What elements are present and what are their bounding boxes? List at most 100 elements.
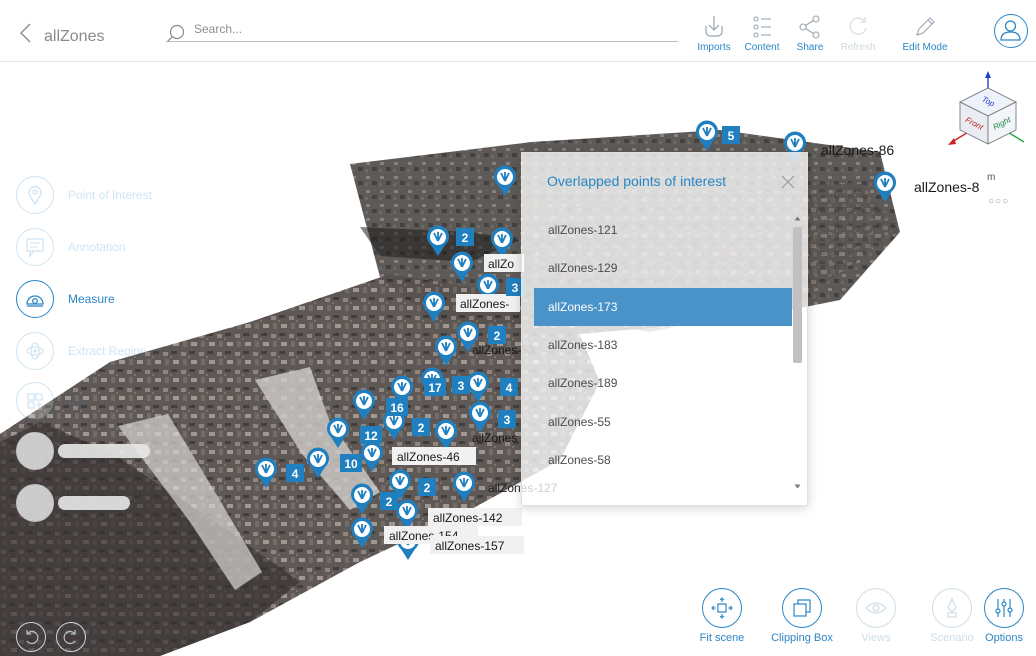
cluster-count-badge[interactable]: 4 (286, 464, 304, 482)
poi-label[interactable]: allZones-157 (430, 536, 524, 554)
list-item[interactable]: allZones-121 (534, 211, 792, 249)
cluster-count-badge[interactable]: 2 (456, 228, 474, 246)
edit-mode-label: Edit Mode (902, 42, 948, 53)
classification-icon (27, 393, 43, 409)
refresh-button[interactable]: Refresh (834, 14, 882, 58)
cluster-count-badge[interactable]: 3 (498, 410, 516, 428)
measure-icon (26, 295, 44, 307)
svg-text:4: 4 (292, 467, 299, 481)
annotation-icon (26, 238, 44, 258)
tool-label-placeholder (58, 496, 130, 510)
options-button[interactable]: Options (970, 588, 1036, 644)
navigation-cube[interactable]: Top Front Right (946, 70, 1028, 154)
svg-text:17: 17 (428, 381, 442, 395)
imports-button[interactable]: Imports (690, 14, 738, 58)
svg-text:2: 2 (424, 481, 431, 495)
overlapped-points-dialog: Overlapped points of interest allZones-1… (521, 152, 808, 506)
back-icon[interactable] (16, 22, 36, 44)
3d-viewport[interactable]: allZones-86 allZones-8 allZones-46 allZo… (0, 62, 1036, 656)
svg-text:allZones-157: allZones-157 (435, 539, 505, 553)
extract-region-tool[interactable]: Extract Region (16, 332, 147, 370)
content-button[interactable]: Content (738, 14, 786, 58)
top-bar: allZones Imports Content (0, 0, 1036, 62)
point-of-interest-tool[interactable]: Point of Interest (16, 176, 152, 214)
poi-label[interactable]: allZones- (456, 294, 520, 312)
hidden-tool[interactable] (16, 484, 130, 522)
hidden-tool[interactable] (16, 432, 150, 470)
svg-text:allZones-46: allZones-46 (397, 450, 460, 464)
svg-text:allZo: allZo (488, 257, 514, 271)
list-item[interactable]: allZones-129 (534, 249, 792, 287)
list-item[interactable]: allZones-189 (534, 364, 792, 402)
list-item[interactable]: allZones-55 (534, 402, 792, 440)
svg-text:12: 12 (364, 429, 378, 443)
views-button[interactable]: Views (842, 588, 910, 644)
cluster-count-badge[interactable]: 5 (722, 126, 740, 144)
poi-label[interactable]: allZones (472, 431, 517, 445)
cluster-count-badge[interactable]: 17 (424, 378, 446, 396)
redo-button[interactable] (56, 622, 86, 652)
classification-tool[interactable]: Cla (16, 382, 86, 420)
edit-mode-button[interactable]: Edit Mode (882, 14, 968, 58)
map-pin-icon (28, 186, 42, 206)
svg-text:4: 4 (506, 381, 513, 395)
clipping-box-icon (793, 599, 811, 617)
cluster-count-badge[interactable]: 2 (418, 478, 436, 496)
cluster-count-badge[interactable]: 10 (340, 454, 362, 472)
search-box (166, 20, 678, 42)
annotation-tool[interactable]: Annotation (16, 228, 125, 266)
svg-text:2: 2 (494, 329, 501, 343)
clipping-box-label: Clipping Box (771, 632, 833, 644)
scale-unit: m (987, 172, 996, 183)
point-cloud-scene[interactable]: allZones-86 allZones-8 allZones-46 allZo… (0, 62, 1036, 656)
redo-icon (63, 630, 76, 645)
svg-text:2: 2 (462, 231, 469, 245)
download-icon (705, 16, 723, 37)
list-item-selected[interactable]: allZones-173 (534, 287, 792, 326)
list-item[interactable]: allZones-58 (534, 441, 792, 479)
scroll-down-icon[interactable] (794, 483, 801, 490)
svg-text:5: 5 (728, 129, 735, 143)
share-button[interactable]: Share (786, 14, 834, 58)
svg-text:allZones-142: allZones-142 (433, 511, 503, 525)
refresh-label: Refresh (840, 42, 876, 53)
scroll-up-icon[interactable] (794, 215, 801, 222)
cluster-count-badge[interactable]: 3 (452, 376, 470, 394)
svg-text:10: 10 (344, 457, 358, 471)
fit-scene-label: Fit scene (699, 632, 745, 644)
eye-icon (865, 602, 887, 614)
cluster-count-badge[interactable]: 2 (412, 418, 430, 436)
poi-label[interactable]: allZones-86 (821, 142, 894, 158)
poi-label[interactable]: allZones-46 (392, 447, 476, 465)
cluster-count-badge[interactable]: 2 (488, 326, 506, 344)
svg-text:allZones: allZones (472, 431, 517, 445)
poi-label[interactable]: allZo (484, 254, 524, 272)
cluster-count-badge[interactable]: 2 (380, 492, 398, 510)
close-icon[interactable] (780, 174, 796, 190)
share-label: Share (796, 42, 824, 53)
clipping-box-button[interactable]: Clipping Box (768, 588, 836, 644)
poi-label[interactable]: allZones-8 (914, 179, 980, 195)
more-options-icon[interactable]: ○○○ (988, 196, 1009, 207)
scroll-thumb[interactable] (793, 227, 802, 363)
list-scrollbar[interactable] (792, 211, 803, 493)
svg-text:16: 16 (390, 401, 404, 415)
refresh-icon (849, 17, 867, 35)
measure-tool[interactable]: Measure (16, 280, 115, 318)
overlap-list[interactable]: allZones-121 allZones-129 allZones-173 a… (534, 211, 792, 495)
cluster-count-badge[interactable]: 12 (360, 426, 382, 444)
content-label: Content (744, 42, 780, 53)
cluster-count-badge[interactable]: 4 (500, 378, 518, 396)
undo-button[interactable] (16, 622, 46, 652)
extract-region-icon (26, 342, 44, 360)
list-item[interactable]: allZones-183 (534, 326, 792, 364)
search-input[interactable] (194, 20, 664, 38)
pencil-icon (916, 17, 935, 36)
cluster-count-badge[interactable]: 16 (386, 398, 408, 416)
poi-label[interactable]: allZones-142 (428, 508, 522, 526)
user-avatar[interactable] (994, 14, 1028, 48)
measure-label: Measure (68, 292, 115, 306)
classification-label: Cla (68, 394, 87, 408)
fit-scene-button[interactable]: Fit scene (688, 588, 756, 644)
share-icon (799, 15, 820, 39)
